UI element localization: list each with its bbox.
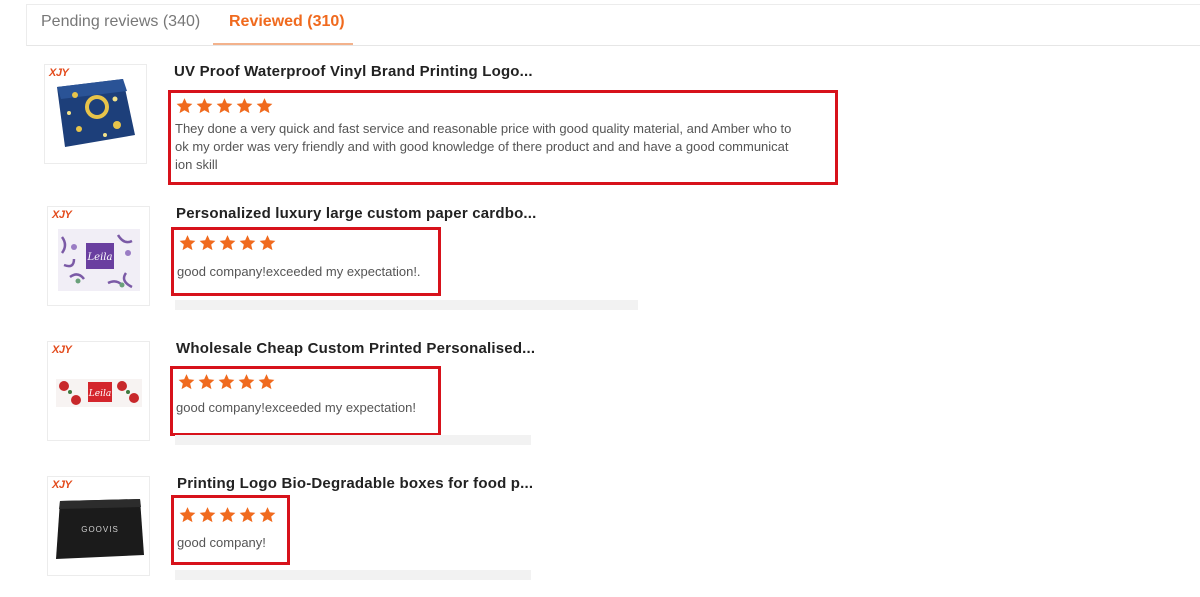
star-icon: [199, 235, 216, 251]
tab-reviewed[interactable]: Reviewed (310): [229, 13, 345, 31]
star-icon: [198, 374, 215, 390]
review-text-line: good company!exceeded my expectation!.: [177, 264, 421, 279]
star-icon: [219, 235, 236, 251]
rating-stars: [178, 506, 277, 524]
divider: [175, 300, 638, 310]
star-icon: [219, 507, 236, 523]
star-icon: [259, 507, 276, 523]
review-text-line: ion skill: [175, 157, 218, 172]
star-icon: [239, 235, 256, 251]
product-image: [45, 65, 146, 163]
svg-text:Leila: Leila: [88, 389, 111, 399]
svg-text:GOOVIS: GOOVIS: [81, 525, 119, 534]
divider: [175, 435, 531, 445]
star-icon: [218, 374, 235, 390]
review-highlight: They done a very quick and fast service …: [168, 90, 838, 185]
svg-text:Leila: Leila: [87, 252, 113, 263]
star-icon: [259, 235, 276, 251]
rating-stars: [177, 373, 276, 391]
star-icon: [258, 374, 275, 390]
review-highlight: good company!: [171, 495, 290, 565]
product-image: Leila: [48, 207, 149, 305]
brand-logo: XJY: [52, 344, 72, 356]
product-title[interactable]: Wholesale Cheap Custom Printed Personali…: [176, 340, 535, 357]
tab-bar: [26, 4, 1200, 46]
brand-logo: XJY: [49, 67, 69, 79]
review-text-line: They done a very quick and fast service …: [175, 121, 792, 136]
product-thumbnail[interactable]: XJY: [44, 64, 147, 164]
tab-pending-reviews[interactable]: Pending reviews (340): [41, 13, 200, 31]
star-icon: [176, 98, 193, 114]
product-image: Leila: [48, 342, 149, 440]
review-highlight: good company!exceeded my expectation!: [170, 366, 441, 436]
star-icon: [196, 98, 213, 114]
star-icon: [178, 374, 195, 390]
star-icon: [216, 98, 233, 114]
star-icon: [256, 98, 273, 114]
product-thumbnail[interactable]: GOOVIS XJY: [47, 476, 150, 576]
product-title[interactable]: Printing Logo Bio-Degradable boxes for f…: [177, 475, 533, 492]
product-title[interactable]: Personalized luxury large custom paper c…: [176, 205, 537, 222]
brand-logo: XJY: [52, 479, 72, 491]
product-thumbnail[interactable]: Leila XJY: [47, 206, 150, 306]
review-highlight: good company!exceeded my expectation!.: [171, 227, 441, 296]
star-icon: [179, 235, 196, 251]
rating-stars: [175, 97, 274, 115]
brand-logo: XJY: [52, 209, 72, 221]
star-icon: [238, 374, 255, 390]
star-icon: [236, 98, 253, 114]
divider: [175, 570, 531, 580]
active-tab-indicator: [213, 43, 353, 45]
review-text-line: good company!exceeded my expectation!: [176, 400, 416, 415]
product-image: GOOVIS: [48, 477, 149, 575]
product-title[interactable]: UV Proof Waterproof Vinyl Brand Printing…: [174, 63, 533, 80]
review-text-line: ok my order was very friendly and with g…: [175, 139, 789, 154]
product-thumbnail[interactable]: Leila XJY: [47, 341, 150, 441]
star-icon: [199, 507, 216, 523]
rating-stars: [178, 234, 277, 252]
star-icon: [179, 507, 196, 523]
review-text-line: good company!: [177, 535, 266, 550]
star-icon: [239, 507, 256, 523]
